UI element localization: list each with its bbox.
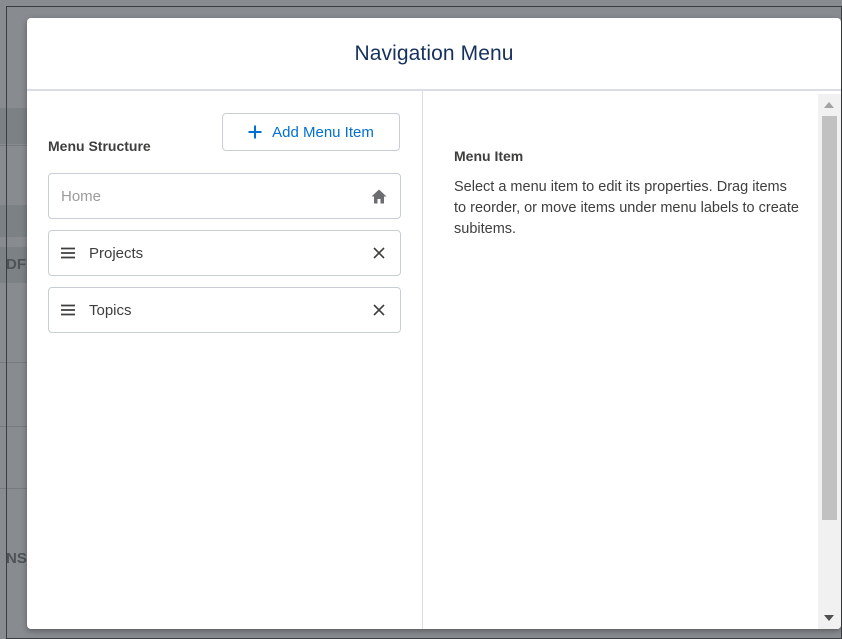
menu-item-instructions: Select a menu item to edit its propertie… <box>454 179 799 237</box>
scroll-up-arrow[interactable] <box>824 102 834 108</box>
menu-item-topics[interactable]: Topics <box>48 287 401 333</box>
close-icon[interactable] <box>369 304 389 316</box>
scroll-down-arrow[interactable] <box>824 615 834 621</box>
drag-handle-icon[interactable] <box>60 247 80 259</box>
menu-item-projects[interactable]: Projects <box>48 230 401 276</box>
home-icon <box>369 189 389 204</box>
navigation-menu-modal: Navigation Menu Menu Structure Add Menu … <box>27 18 841 629</box>
plus-icon <box>248 125 262 139</box>
menu-item-properties-panel: Menu Item Select a menu item to edit its… <box>423 91 841 629</box>
menu-item-home[interactable]: Home <box>48 173 401 219</box>
menu-item-label: Home <box>61 187 102 205</box>
modal-header: Navigation Menu <box>27 18 841 91</box>
add-menu-item-label: Add Menu Item <box>272 123 374 141</box>
modal-title: Navigation Menu <box>354 41 514 65</box>
menu-item-heading: Menu Item <box>454 148 524 164</box>
background-text-fragment: DF <box>6 256 26 273</box>
drag-handle-icon[interactable] <box>60 304 80 316</box>
scroll-thumb[interactable] <box>822 116 837 520</box>
background-text-fragment: NS <box>6 550 27 567</box>
menu-item-label: Topics <box>89 301 132 319</box>
add-menu-item-button[interactable]: Add Menu Item <box>222 113 400 151</box>
menu-structure-panel: Menu Structure Add Menu Item Home Projec… <box>27 91 423 629</box>
menu-item-label: Projects <box>89 244 144 262</box>
menu-structure-heading: Menu Structure <box>48 138 151 154</box>
close-icon[interactable] <box>369 247 389 259</box>
vertical-scrollbar[interactable] <box>818 94 841 629</box>
